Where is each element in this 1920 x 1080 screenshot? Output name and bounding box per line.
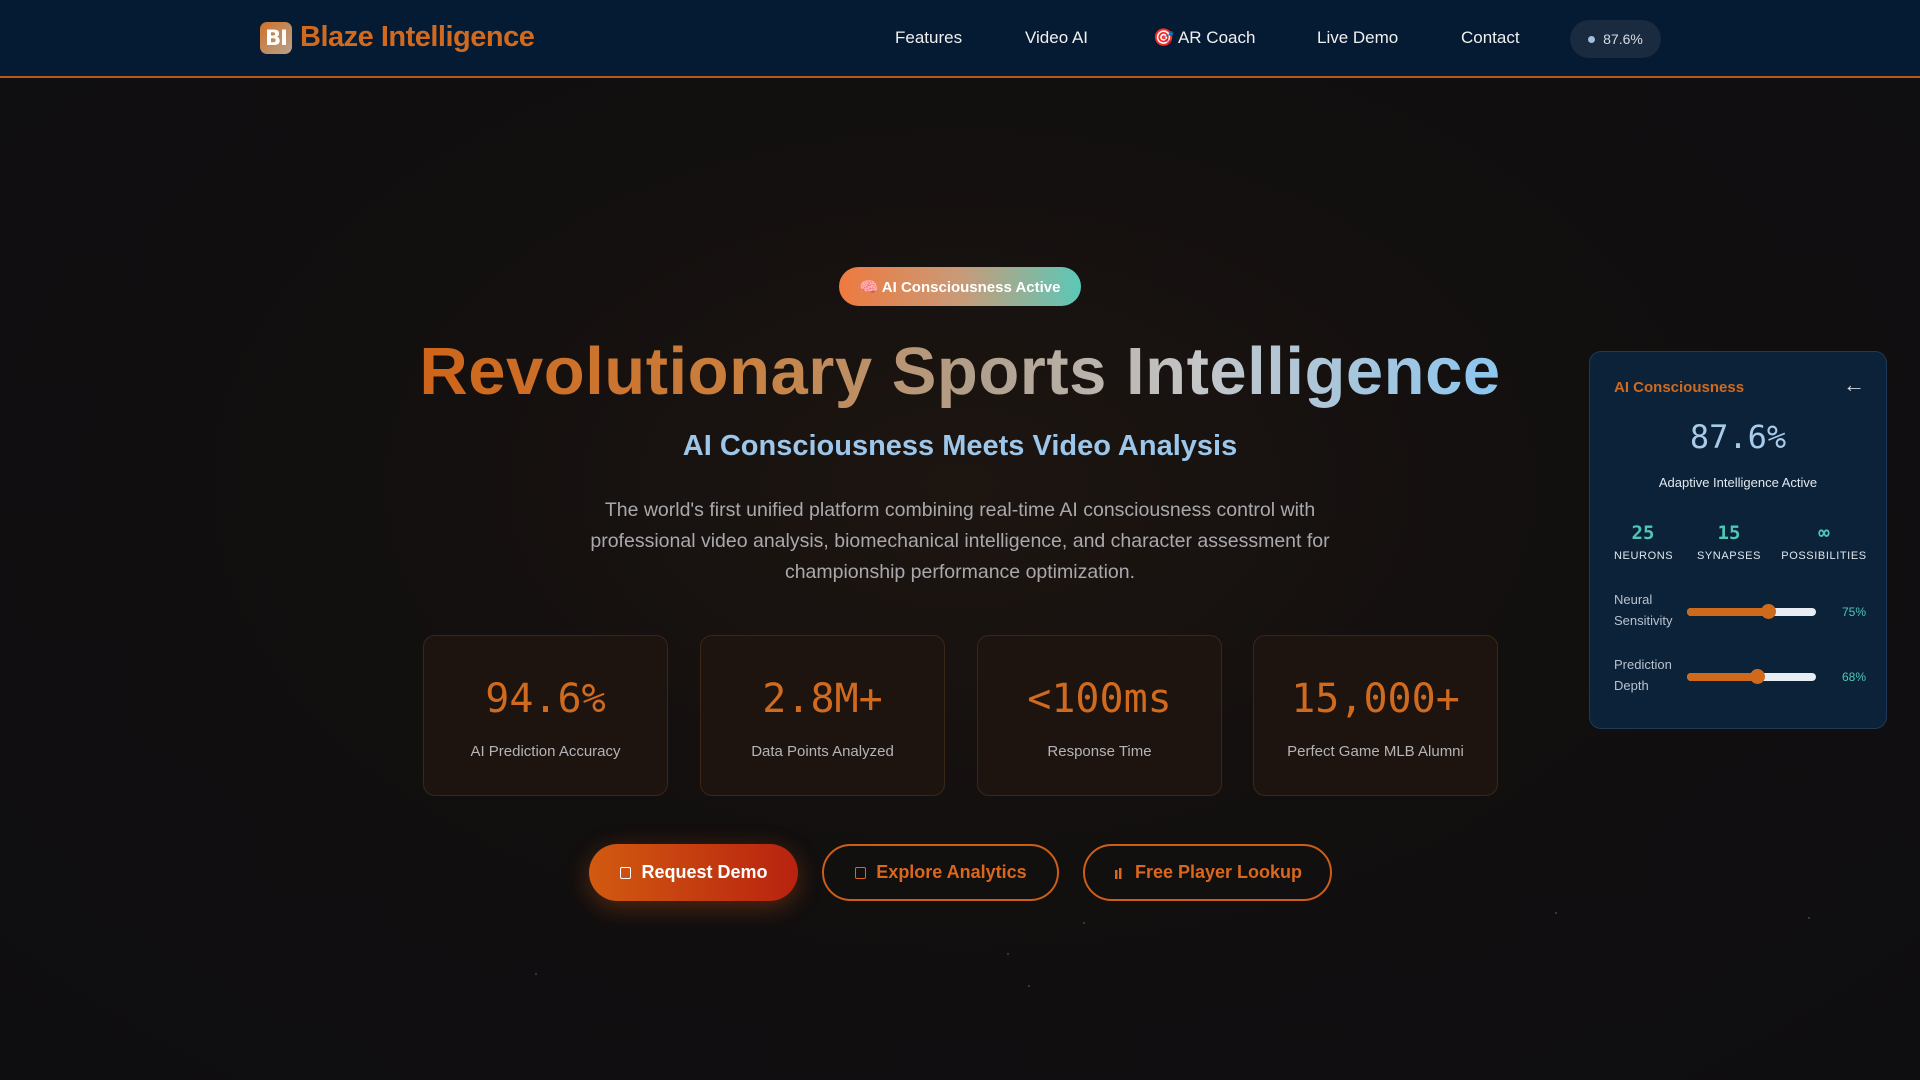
stat-value: <100ms [1027, 676, 1172, 722]
player-lookup-label: Free Player Lookup [1134, 862, 1303, 882]
stat-card-data-points: 2.8M+ Data Points Analyzed [700, 635, 945, 796]
consciousness-level: 87.6% [1689, 418, 1787, 456]
prediction-depth-slider[interactable] [1687, 669, 1816, 684]
stat-label: Data Points Analyzed [751, 743, 894, 760]
slider-label-prediction-depth: Prediction Depth [1614, 657, 1672, 693]
request-demo-button[interactable]: Request Demo [589, 844, 798, 901]
collapse-arrow-icon[interactable]: ← [1843, 372, 1865, 398]
stat-card-response-time: <100ms Response Time [977, 635, 1222, 796]
stat-value: 2.8M+ [762, 676, 883, 722]
background-star [535, 973, 537, 975]
nav-link-live-demo[interactable]: Live Demo [1317, 28, 1398, 48]
metric-value: 15 [1717, 522, 1741, 544]
explore-analytics-button[interactable]: Explore Analytics [822, 844, 1059, 901]
background-star [1083, 922, 1085, 924]
brand-name: Blaze Intelligence [300, 21, 535, 53]
stat-card-accuracy: 94.6% AI Prediction Accuracy [423, 635, 668, 796]
chart-icon [854, 866, 866, 879]
consciousness-status-pill[interactable]: 87.6% [1570, 20, 1661, 58]
nav-link-features[interactable]: Features [895, 28, 962, 48]
stat-label: AI Prediction Accuracy [470, 743, 621, 760]
metric-label: SYNAPSES [1696, 550, 1762, 562]
stat-label: Perfect Game MLB Alumni [1287, 743, 1464, 760]
metric-value: ∞ [1818, 522, 1830, 544]
request-demo-label: Request Demo [641, 862, 768, 882]
explore-analytics-label: Explore Analytics [876, 862, 1027, 882]
stat-value: 94.6% [485, 676, 606, 722]
slider-value: 68% [1842, 670, 1867, 684]
stat-value: 15,000+ [1291, 676, 1460, 722]
brand[interactable]: BI Blaze Intelligence [260, 21, 535, 54]
slider-fill [1687, 673, 1757, 681]
background-star [1028, 985, 1030, 987]
stat-label: Response Time [1047, 743, 1152, 760]
metric-label: NEURONS [1614, 550, 1674, 562]
slider-label-neural-sensitivity: Neural Sensitivity [1614, 592, 1673, 628]
slider-thumb[interactable] [1749, 669, 1765, 684]
background-star [1808, 917, 1810, 919]
panel-title: AI Consciousness [1614, 379, 1745, 396]
player-icon [1113, 866, 1125, 879]
metric-synapses: 15 SYNAPSES [1694, 522, 1764, 562]
player-lookup-button[interactable]: Free Player Lookup [1083, 844, 1332, 901]
top-navbar: BI Blaze Intelligence Features Video AI … [0, 0, 1920, 78]
hero-description: The world's first unified platform combi… [590, 499, 1330, 583]
background-star [1007, 953, 1009, 955]
slider-value: 75% [1842, 605, 1867, 619]
stat-card-mlb-alumni: 15,000+ Perfect Game MLB Alumni [1253, 635, 1498, 796]
status-dot-icon [1588, 35, 1596, 43]
calendar-icon [619, 866, 631, 879]
metric-neurons: 25 NEURONS [1614, 522, 1674, 562]
ai-consciousness-panel: AI Consciousness ← 87.6% Adaptive Intell… [1589, 351, 1887, 729]
nav-link-contact[interactable]: Contact [1461, 28, 1520, 48]
panel-status: Adaptive Intelligence Active [1658, 475, 1818, 490]
status-pill-value: 87.6% [1603, 31, 1643, 47]
metric-value: 25 [1631, 522, 1655, 544]
nav-link-ar-coach[interactable]: 🎯 AR Coach [1153, 28, 1255, 48]
background-star [1555, 912, 1557, 914]
metric-possibilities: ∞ POSSIBILITIES [1779, 522, 1869, 562]
slider-thumb[interactable] [1761, 604, 1777, 619]
brand-logo: BI [260, 21, 292, 54]
nav-link-video-ai[interactable]: Video AI [1025, 28, 1088, 48]
badge-label: 🧠 AI Consciousness Active [859, 278, 1061, 296]
hero-title-text: Revolutionary Sports Intelligence [419, 334, 1501, 409]
ai-active-badge: 🧠 AI Consciousness Active [839, 267, 1081, 306]
metric-label: POSSIBILITIES [1781, 550, 1867, 562]
neural-sensitivity-slider[interactable] [1687, 604, 1816, 619]
slider-fill [1687, 608, 1769, 616]
